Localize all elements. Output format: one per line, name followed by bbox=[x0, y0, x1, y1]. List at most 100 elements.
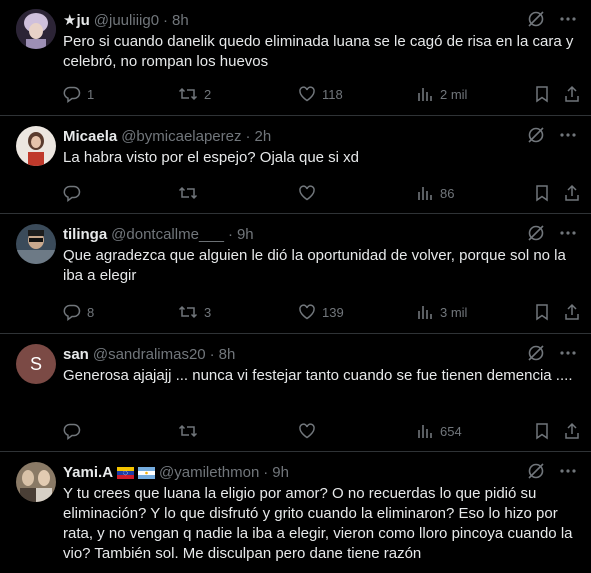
reply-button[interactable]: 8 bbox=[63, 302, 94, 322]
avatar[interactable]: S bbox=[16, 344, 56, 384]
share-icon bbox=[563, 422, 581, 440]
display-name[interactable]: Yami.A bbox=[63, 464, 113, 481]
views-icon bbox=[416, 303, 434, 321]
views-button[interactable]: 86 bbox=[416, 183, 454, 203]
views-button[interactable]: 654 bbox=[416, 421, 462, 441]
tweet-text: Generosa ajajajj ... nunca vi festejar t… bbox=[63, 367, 573, 384]
user-handle[interactable]: @bymicaelaperez bbox=[121, 128, 241, 145]
reply-button[interactable] bbox=[63, 421, 81, 441]
bookmark-icon bbox=[533, 422, 551, 440]
tweet[interactable]: Yami.A @yamilethmon · 9h Y tu crees que … bbox=[0, 452, 591, 573]
display-name[interactable]: Micaela bbox=[63, 128, 117, 145]
tweet-header: Micaela @bymicaelaperez · 2h bbox=[63, 126, 577, 146]
reply-button[interactable] bbox=[63, 183, 81, 203]
like-button[interactable] bbox=[298, 421, 316, 441]
separator-dot: · bbox=[263, 463, 269, 481]
bookmark-button[interactable] bbox=[533, 183, 551, 203]
tweet[interactable]: ★ju @juuliiig0 · 8h Pero si cuando danel… bbox=[0, 0, 591, 116]
grok-icon[interactable] bbox=[527, 344, 545, 362]
avatar[interactable] bbox=[16, 126, 56, 166]
timestamp[interactable]: 8h bbox=[219, 346, 236, 363]
reply-icon bbox=[63, 303, 81, 321]
like-button[interactable]: 139 bbox=[298, 302, 344, 322]
timestamp[interactable]: 8h bbox=[172, 12, 189, 29]
retweet-count: 2 bbox=[204, 86, 212, 102]
tweet-text: Pero si cuando danelik quedo eliminada l… bbox=[63, 33, 574, 70]
avatar[interactable] bbox=[16, 224, 56, 264]
tweet-text: La habra visto por el espejo? Ojala que … bbox=[63, 149, 360, 166]
views-icon bbox=[416, 422, 434, 440]
bookmark-icon bbox=[533, 85, 551, 103]
more-options-icon[interactable] bbox=[559, 344, 577, 362]
tweet[interactable]: Micaela @bymicaelaperez · 2h La habra vi… bbox=[0, 116, 591, 214]
timestamp[interactable]: 2h bbox=[254, 128, 271, 145]
tweet-text: Que agradezca que alguien le dió la opor… bbox=[63, 247, 566, 284]
retweet-count: 3 bbox=[204, 304, 212, 320]
more-options-icon[interactable] bbox=[559, 224, 577, 242]
share-button[interactable] bbox=[563, 183, 581, 203]
action-bar: 86 bbox=[63, 183, 579, 203]
user-handle[interactable]: @dontcallme___ bbox=[111, 226, 224, 243]
bookmark-button[interactable] bbox=[533, 84, 551, 104]
retweet-button[interactable] bbox=[178, 183, 198, 203]
share-button[interactable] bbox=[563, 302, 581, 322]
tweet-header: tilinga @dontcallme___ · 9h bbox=[63, 224, 577, 244]
more-options-icon[interactable] bbox=[559, 126, 577, 144]
grok-icon[interactable] bbox=[527, 224, 545, 242]
tweet[interactable]: tilinga @dontcallme___ · 9h Que agradezc… bbox=[0, 214, 591, 334]
reply-button[interactable]: 1 bbox=[63, 84, 94, 104]
grok-icon[interactable] bbox=[527, 462, 545, 480]
timestamp[interactable]: 9h bbox=[237, 226, 254, 243]
separator-dot: · bbox=[209, 345, 215, 363]
reply-icon bbox=[63, 184, 81, 202]
display-name[interactable]: san bbox=[63, 346, 89, 363]
share-icon bbox=[563, 85, 581, 103]
action-bar: 654 bbox=[63, 421, 579, 441]
like-count: 118 bbox=[322, 86, 343, 102]
avatar[interactable] bbox=[16, 462, 56, 502]
user-handle[interactable]: @juuliiig0 bbox=[94, 12, 159, 29]
bookmark-icon bbox=[533, 303, 551, 321]
argentina-flag-icon bbox=[138, 466, 156, 479]
like-button[interactable] bbox=[298, 183, 316, 203]
retweet-icon bbox=[178, 422, 198, 440]
retweet-icon bbox=[178, 303, 198, 321]
view-count: 86 bbox=[440, 185, 455, 201]
share-icon bbox=[563, 184, 581, 202]
display-name[interactable]: ★ju bbox=[63, 11, 90, 29]
reply-count: 8 bbox=[87, 304, 95, 320]
bookmark-button[interactable] bbox=[533, 302, 551, 322]
reply-feed: ★ju @juuliiig0 · 8h Pero si cuando danel… bbox=[0, 0, 591, 573]
more-options-icon[interactable] bbox=[559, 462, 577, 480]
tweet[interactable]: S san @sandralimas20 · 8h Generosa ajaja… bbox=[0, 334, 591, 452]
tweet-header: Yami.A @yamilethmon · 9h bbox=[63, 462, 577, 482]
more-options-icon[interactable] bbox=[559, 10, 577, 28]
share-button[interactable] bbox=[563, 84, 581, 104]
views-button[interactable]: 3 mil bbox=[416, 302, 467, 322]
display-name[interactable]: tilinga bbox=[63, 226, 107, 243]
share-button[interactable] bbox=[563, 421, 581, 441]
heart-icon bbox=[298, 184, 316, 202]
reply-icon bbox=[63, 422, 81, 440]
avatar[interactable] bbox=[16, 9, 56, 49]
action-bar: 8 3 139 3 mil bbox=[63, 302, 579, 322]
like-button[interactable]: 118 bbox=[298, 84, 343, 104]
timestamp[interactable]: 9h bbox=[272, 464, 289, 481]
grok-icon[interactable] bbox=[527, 10, 545, 28]
action-bar: 1 2 118 2 mil bbox=[63, 84, 579, 104]
bookmark-button[interactable] bbox=[533, 421, 551, 441]
user-handle[interactable]: @yamilethmon bbox=[159, 464, 259, 481]
heart-icon bbox=[298, 422, 316, 440]
grok-icon[interactable] bbox=[527, 126, 545, 144]
reply-icon bbox=[63, 85, 81, 103]
retweet-button[interactable]: 2 bbox=[178, 84, 211, 104]
view-count: 2 mil bbox=[440, 86, 468, 102]
retweet-button[interactable]: 3 bbox=[178, 302, 211, 322]
separator-dot: · bbox=[163, 11, 169, 29]
user-handle[interactable]: @sandralimas20 bbox=[93, 346, 206, 363]
tweet-header: ★ju @juuliiig0 · 8h bbox=[63, 10, 577, 30]
retweet-button[interactable] bbox=[178, 421, 198, 441]
views-icon bbox=[416, 85, 434, 103]
venezuela-flag-icon bbox=[117, 466, 135, 479]
views-button[interactable]: 2 mil bbox=[416, 84, 467, 104]
